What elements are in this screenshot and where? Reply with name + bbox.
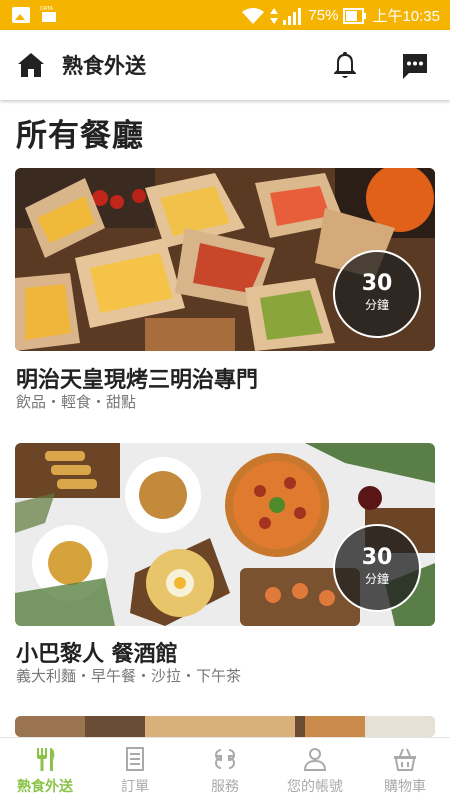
- status-bar: DATA 75% 上午10:35: [0, 0, 450, 30]
- bottom-nav: 熟食外送 訂單 服務 您的帳號 購物車: [0, 737, 450, 800]
- delivery-time-badge: 30 分鐘: [333, 250, 421, 338]
- battery-icon: [343, 7, 367, 24]
- app-bar: 熟食外送: [0, 30, 450, 100]
- nav-label: 服務: [211, 779, 239, 795]
- delivery-time-unit: 分鐘: [364, 572, 389, 586]
- status-right-icons: 75% 上午10:35: [241, 5, 440, 26]
- clock: 上午10:35: [372, 8, 440, 25]
- data-arrows-icon: [270, 7, 279, 24]
- nav-item-services[interactable]: 服務: [180, 738, 270, 800]
- nav-item-food-delivery[interactable]: 熟食外送: [0, 738, 90, 800]
- nav-label: 購物車: [384, 779, 426, 795]
- message-icon[interactable]: [400, 51, 430, 81]
- nav-label: 您的帳號: [287, 779, 343, 795]
- status-left-icons: DATA: [12, 6, 62, 24]
- nav-item-cart[interactable]: 購物車: [360, 738, 450, 800]
- signal-icon: [283, 7, 302, 25]
- bell-icon[interactable]: [331, 50, 359, 80]
- delivery-time-badge: 30 分鐘: [333, 524, 421, 612]
- services-icon: [215, 749, 235, 769]
- nav-item-orders[interactable]: 訂單: [90, 738, 180, 800]
- restaurant-image[interactable]: [15, 716, 435, 737]
- home-icon[interactable]: [17, 52, 45, 78]
- battery-percent: 75%: [308, 7, 339, 24]
- nav-item-account[interactable]: 您的帳號: [270, 738, 360, 800]
- delivery-time-value: 30: [361, 545, 393, 570]
- fork-knife-icon: [37, 748, 55, 771]
- section-title: 所有餐廳: [16, 118, 144, 154]
- receipt-icon: [126, 747, 144, 771]
- data-saver-icon: DATA: [40, 6, 62, 24]
- wifi-icon: [242, 7, 265, 24]
- app-title: 熟食外送: [62, 54, 146, 78]
- restaurant-tags: 義大利麵・早午餐・沙拉・下午茶: [16, 667, 242, 685]
- nav-label: 訂單: [121, 779, 149, 795]
- basket-icon: [394, 748, 416, 771]
- nav-label: 熟食外送: [17, 779, 73, 795]
- person-icon: [303, 748, 327, 771]
- restaurant-photo: [15, 716, 435, 737]
- restaurant-tags: 飲品・輕食・甜點: [16, 393, 137, 411]
- delivery-time-unit: 分鐘: [364, 298, 389, 312]
- delivery-time-value: 30: [361, 271, 393, 296]
- image-notification-icon: [12, 7, 30, 23]
- restaurant-name[interactable]: 明治天皇現烤三明治專門: [16, 362, 258, 394]
- restaurant-name[interactable]: 小巴黎人 餐酒館: [16, 636, 178, 668]
